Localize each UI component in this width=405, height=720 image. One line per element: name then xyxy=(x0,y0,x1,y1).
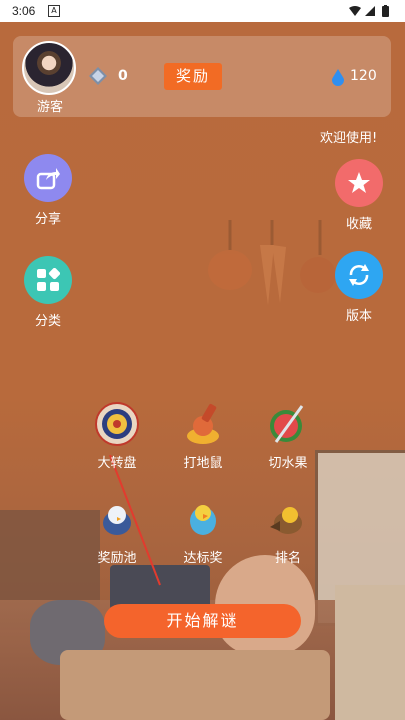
share-icon xyxy=(24,154,72,202)
water-drop-icon xyxy=(332,69,344,86)
game-label: 切水果 xyxy=(268,456,308,471)
gem-count: 0 xyxy=(118,68,128,84)
game-fruit-slice[interactable]: 切水果 xyxy=(258,402,318,471)
star-icon xyxy=(335,159,383,207)
version-button[interactable]: 版本 xyxy=(329,251,389,324)
status-time: 3:06 xyxy=(12,4,36,18)
mole-icon xyxy=(187,403,219,444)
battery-icon xyxy=(382,6,389,17)
game-label: 打地鼠 xyxy=(183,456,223,471)
signal-icon xyxy=(365,6,375,16)
grid-icon xyxy=(24,256,72,304)
start-puzzle-button[interactable]: 开始解谜 xyxy=(104,604,301,638)
avatar[interactable] xyxy=(22,41,76,95)
sparrow-icon xyxy=(270,507,302,534)
shelf-decoration xyxy=(335,585,405,720)
hanging-vegetables-decoration xyxy=(208,220,336,305)
wifi-icon xyxy=(349,6,361,16)
favorite-button[interactable]: 收藏 xyxy=(329,159,389,232)
table-decoration xyxy=(60,650,330,720)
welcome-marquee: 欢迎使用! xyxy=(320,131,378,146)
game-label: 大转盘 xyxy=(97,456,137,471)
share-label: 分享 xyxy=(34,212,61,227)
wheel-icon xyxy=(95,402,139,446)
game-label: 奖励池 xyxy=(97,551,137,566)
status-bar: 3:06 A xyxy=(0,0,405,22)
game-label: 排名 xyxy=(274,551,301,566)
nickname: 游客 xyxy=(36,100,63,115)
category-label: 分类 xyxy=(34,314,61,329)
refresh-icon xyxy=(335,251,383,299)
bird-icon xyxy=(103,506,131,535)
game-achievement[interactable]: 达标奖 xyxy=(173,497,233,566)
water-count: 120 xyxy=(350,68,377,84)
game-wheel[interactable]: 大转盘 xyxy=(87,402,147,471)
share-button[interactable]: 分享 xyxy=(18,154,78,227)
game-whack-mole[interactable]: 打地鼠 xyxy=(173,402,233,471)
game-label: 达标奖 xyxy=(183,551,223,566)
game-ranking[interactable]: 排名 xyxy=(258,497,318,566)
game-reward-pool[interactable]: 奖励池 xyxy=(87,497,147,566)
version-label: 版本 xyxy=(345,309,372,324)
gem-icon xyxy=(89,67,107,85)
reward-button[interactable]: 奖励 xyxy=(164,63,222,90)
parrot-icon xyxy=(190,505,216,535)
notification-icon: A xyxy=(48,5,60,17)
watermelon-icon xyxy=(270,405,304,443)
favorite-label: 收藏 xyxy=(345,217,372,232)
category-button[interactable]: 分类 xyxy=(18,256,78,329)
status-icons xyxy=(349,5,389,17)
